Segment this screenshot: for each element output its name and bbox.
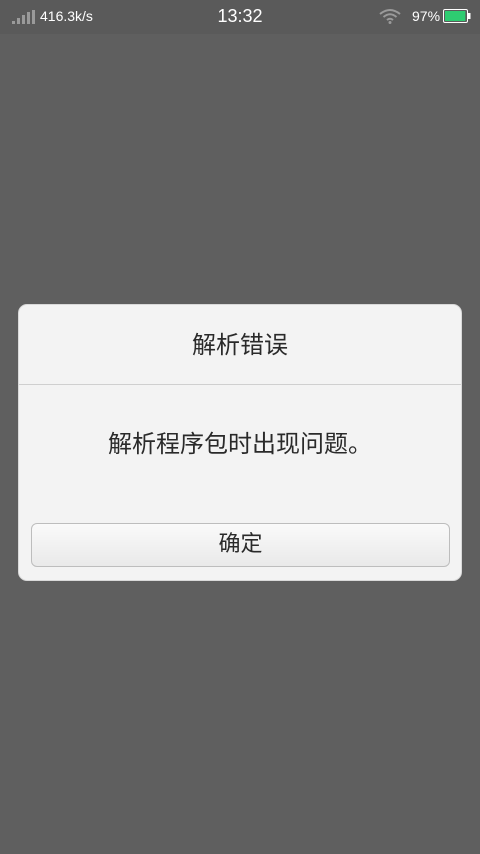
- ok-button[interactable]: 确定: [31, 523, 450, 567]
- battery-percent: 97%: [412, 8, 441, 24]
- clock: 13:32: [217, 6, 263, 26]
- battery-icon: [443, 9, 471, 23]
- dialog-message: 解析程序包时出现问题。: [108, 430, 372, 458]
- wifi-icon: [379, 9, 401, 24]
- error-dialog: 解析错误 解析程序包时出现问题。 确定: [18, 304, 462, 581]
- dialog-divider: [19, 384, 461, 385]
- status-bar: 416.3k/s 13:32 97%: [0, 0, 480, 34]
- dialog-title: 解析错误: [192, 331, 288, 359]
